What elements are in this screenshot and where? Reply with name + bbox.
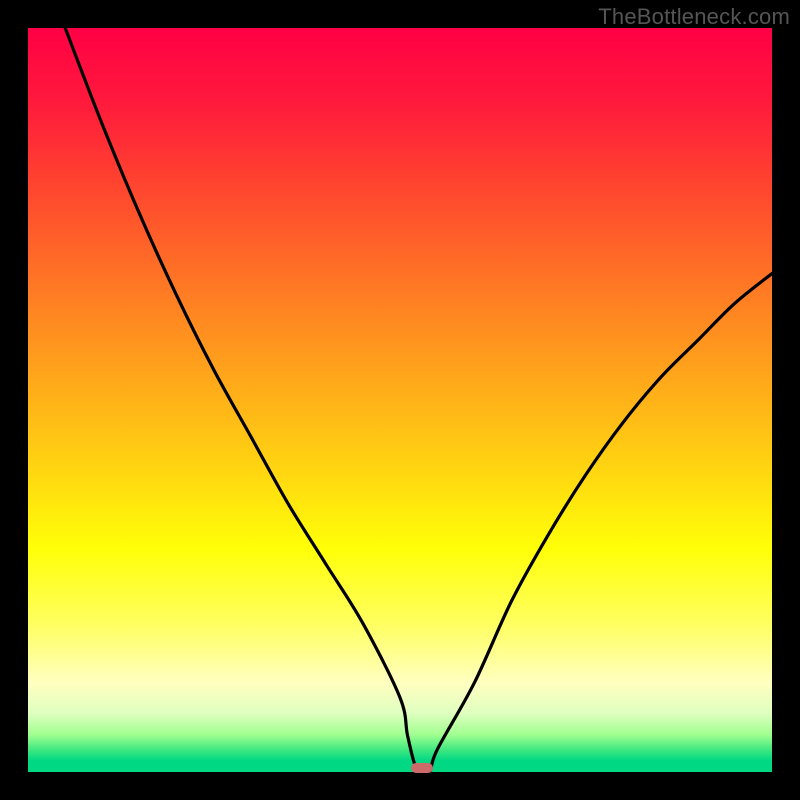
plot-area [28,28,772,772]
chart-container: TheBottleneck.com [0,0,800,800]
watermark-text: TheBottleneck.com [598,4,790,30]
optimum-marker [411,763,433,773]
bottleneck-curve [28,28,772,772]
